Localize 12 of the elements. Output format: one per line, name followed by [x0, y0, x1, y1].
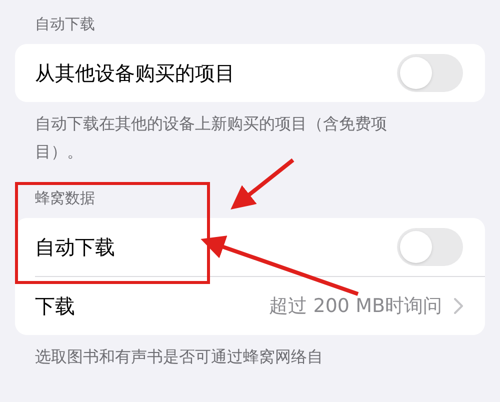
section-footer: 选取图书和有声书是否可通过蜂窝网络自	[35, 343, 400, 371]
row-label: 从其他设备购买的项目	[35, 60, 236, 87]
toggle-switch[interactable]	[397, 54, 463, 92]
section-header: 蜂窝数据	[34, 188, 96, 208]
section-footer: 自动下载在其他的设备上新购买的项目（含免费项目）。	[35, 110, 400, 166]
annotation-arrow	[230, 158, 294, 210]
row-value: 超过 200 MB时询问	[269, 294, 442, 319]
toggle-switch[interactable]	[397, 228, 463, 266]
section-header: 自动下载	[34, 14, 96, 34]
row-label: 自动下载	[35, 234, 116, 261]
row-label: 下载	[35, 293, 76, 320]
chevron-right-icon	[454, 298, 463, 314]
